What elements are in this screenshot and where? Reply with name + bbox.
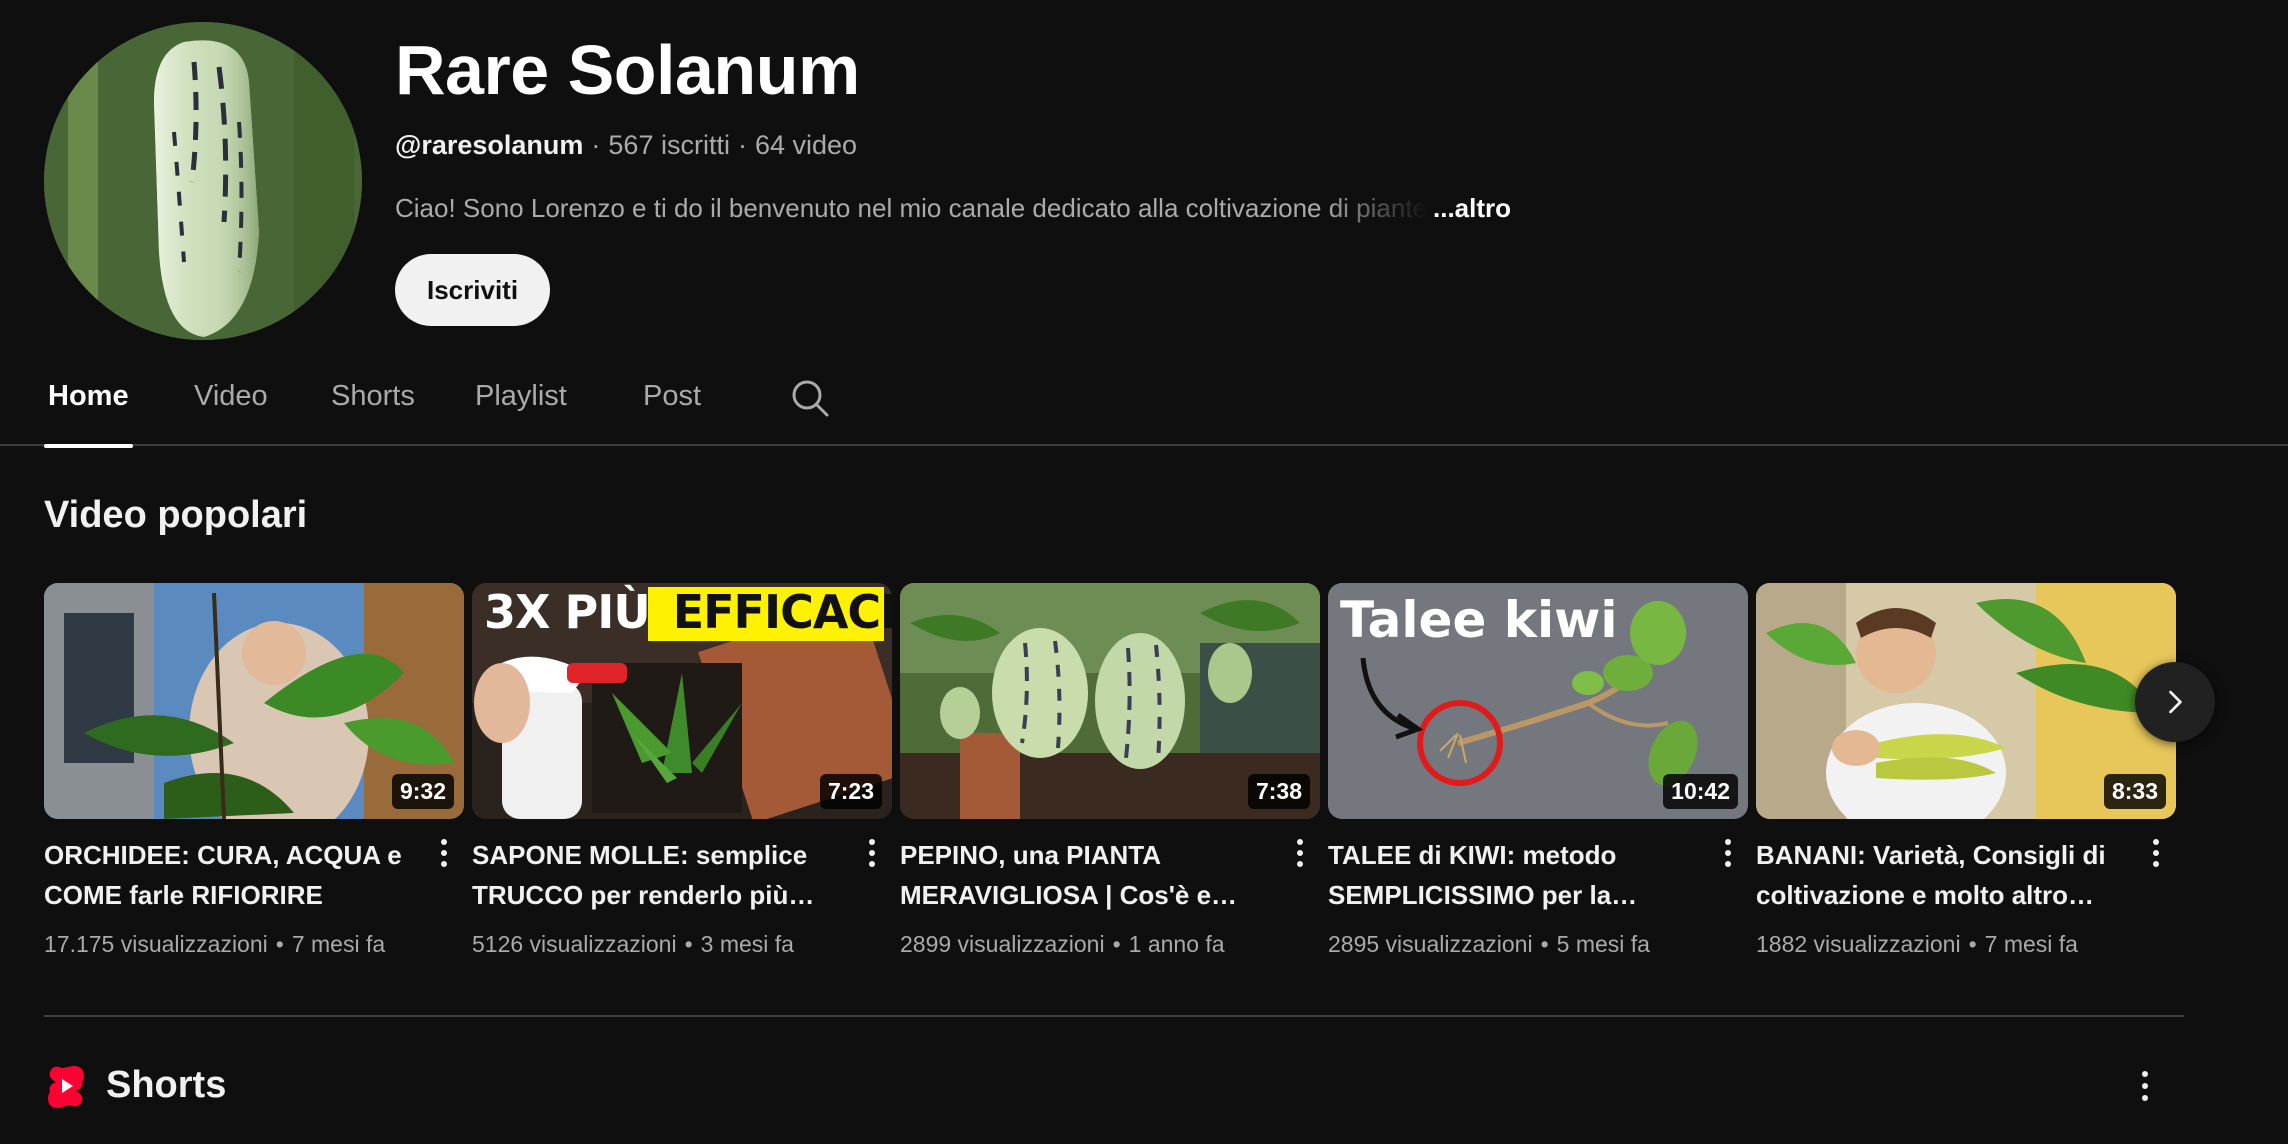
video-age: 7 mesi fa — [291, 931, 386, 957]
video-thumbnail[interactable]: 9:32 — [44, 583, 464, 819]
more-options-icon[interactable] — [432, 833, 456, 873]
video-title[interactable]: TALEE di KIWI: metodo SEMPLICISSIMO per … — [1328, 835, 1698, 915]
pepino-fruit-avatar-icon — [44, 22, 362, 340]
video-views: 2895 visualizzazioni — [1328, 931, 1533, 957]
video-duration: 7:23 — [819, 774, 882, 809]
video-meta: 5126 visualizzazioni • 3 mesi fa — [472, 931, 794, 958]
more-options-icon[interactable] — [1288, 833, 1312, 873]
tab-post[interactable]: Post — [643, 380, 701, 446]
thumbnail-text-part: 3X PIÙ — [484, 585, 651, 639]
video-title[interactable]: PEPINO, una PIANTA MERAVIGLIOSA | Cos'è … — [900, 835, 1270, 915]
video-meta: 1882 visualizzazioni • 7 mesi fa — [1756, 931, 2078, 958]
video-age: 5 mesi fa — [1556, 931, 1650, 957]
meta-separator: • — [684, 931, 693, 957]
video-title[interactable]: SAPONE MOLLE: semplice TRUCCO per render… — [472, 835, 842, 915]
video-views: 5126 visualizzazioni — [472, 931, 677, 957]
description-more-link[interactable]: ...altro — [1433, 193, 1511, 224]
subscribe-button[interactable]: Iscriviti — [395, 254, 551, 326]
search-icon[interactable] — [790, 378, 830, 418]
video-thumbnail[interactable]: 7:38 — [900, 583, 1320, 819]
tab-video[interactable]: Video — [194, 380, 268, 446]
video-card[interactable]: 9:32 ORCHIDEE: CURA, ACQUA e COME farle … — [44, 583, 464, 983]
video-age: 7 mesi fa — [1984, 931, 2078, 957]
video-views: 2899 visualizzazioni — [900, 931, 1105, 957]
subscriber-count: 567 iscritti — [608, 130, 730, 160]
channel-page: Rare Solanum @raresolanum · 567 iscritti · 6… — [0, 0, 2288, 1144]
channel-meta: @raresolanum · 567 iscritti · 64 video — [395, 130, 857, 161]
video-meta: 2899 visualizzazioni • 1 anno fa — [900, 931, 1225, 958]
video-card[interactable]: Talee kiwi 10:42 TALEE di KIWI: metodo S… — [1328, 583, 1748, 983]
video-title[interactable]: BANANI: Varietà, Consigli di coltivazion… — [1756, 835, 2126, 915]
section-divider — [44, 1015, 2184, 1017]
meta-separator: · — [591, 130, 601, 160]
more-options-icon[interactable] — [2130, 1066, 2160, 1106]
video-thumbnail[interactable]: 3X PIÙ EFFICACE! 7:23 — [472, 583, 892, 819]
more-options-icon[interactable] — [860, 833, 884, 873]
meta-separator: · — [737, 130, 747, 160]
video-count: 64 video — [754, 130, 858, 160]
video-title[interactable]: ORCHIDEE: CURA, ACQUA e COME farle RIFIO… — [44, 835, 414, 915]
section-title-popular: Video popolari — [44, 494, 308, 536]
video-meta: 2895 visualizzazioni • 5 mesi fa — [1328, 931, 1650, 958]
tab-shorts[interactable]: Shorts — [331, 380, 415, 446]
video-duration: 9:32 — [391, 774, 454, 809]
thumbnail-text: 3X PIÙ EFFICACE! — [484, 585, 892, 639]
thumbnail-text: Talee kiwi — [1340, 591, 1618, 649]
video-views: 1882 visualizzazioni — [1756, 931, 1961, 957]
more-options-icon[interactable] — [2144, 833, 2168, 873]
meta-separator: • — [1540, 931, 1549, 957]
video-duration: 10:42 — [1663, 774, 1738, 809]
youtube-shorts-icon — [46, 1064, 86, 1108]
video-meta: 17.175 visualizzazioni • 7 mesi fa — [44, 931, 385, 958]
video-duration: 7:38 — [1247, 774, 1310, 809]
video-age: 3 mesi fa — [700, 931, 794, 957]
channel-avatar[interactable] — [44, 22, 362, 340]
channel-handle: @raresolanum — [395, 130, 584, 160]
channel-name: Rare Solanum — [395, 31, 860, 109]
channel-description[interactable]: Ciao! Sono Lorenzo e ti do il benvenuto … — [395, 193, 1511, 224]
carousel-next-button[interactable] — [2135, 662, 2215, 742]
meta-separator: • — [275, 931, 284, 957]
thumbnail-text-highlight: EFFICACE! — [672, 585, 892, 639]
channel-tabs: Home Video Shorts Playlist Post — [0, 360, 2288, 448]
video-duration: 8:33 — [2103, 774, 2166, 809]
video-views: 17.175 visualizzazioni — [44, 931, 268, 957]
video-card[interactable]: 8:33 BANANI: Varietà, Consigli di coltiv… — [1756, 583, 2176, 983]
description-text: Ciao! Sono Lorenzo e ti do il benvenuto … — [395, 193, 1428, 223]
video-card[interactable]: 3X PIÙ EFFICACE! 7:23 SAPONE MOLLE: semp… — [472, 583, 892, 983]
meta-separator: • — [1112, 931, 1121, 957]
video-thumbnail[interactable]: 8:33 — [1756, 583, 2176, 819]
tab-home[interactable]: Home — [44, 380, 133, 448]
meta-separator: • — [1968, 931, 1977, 957]
video-card[interactable]: 7:38 PEPINO, una PIANTA MERAVIGLIOSA | C… — [900, 583, 1320, 983]
chevron-right-icon — [2169, 690, 2182, 714]
tab-playlist[interactable]: Playlist — [475, 380, 567, 446]
video-age: 1 anno fa — [1128, 931, 1225, 957]
more-options-icon[interactable] — [1716, 833, 1740, 873]
section-title-shorts: Shorts — [106, 1064, 227, 1106]
video-thumbnail[interactable]: Talee kiwi 10:42 — [1328, 583, 1748, 819]
